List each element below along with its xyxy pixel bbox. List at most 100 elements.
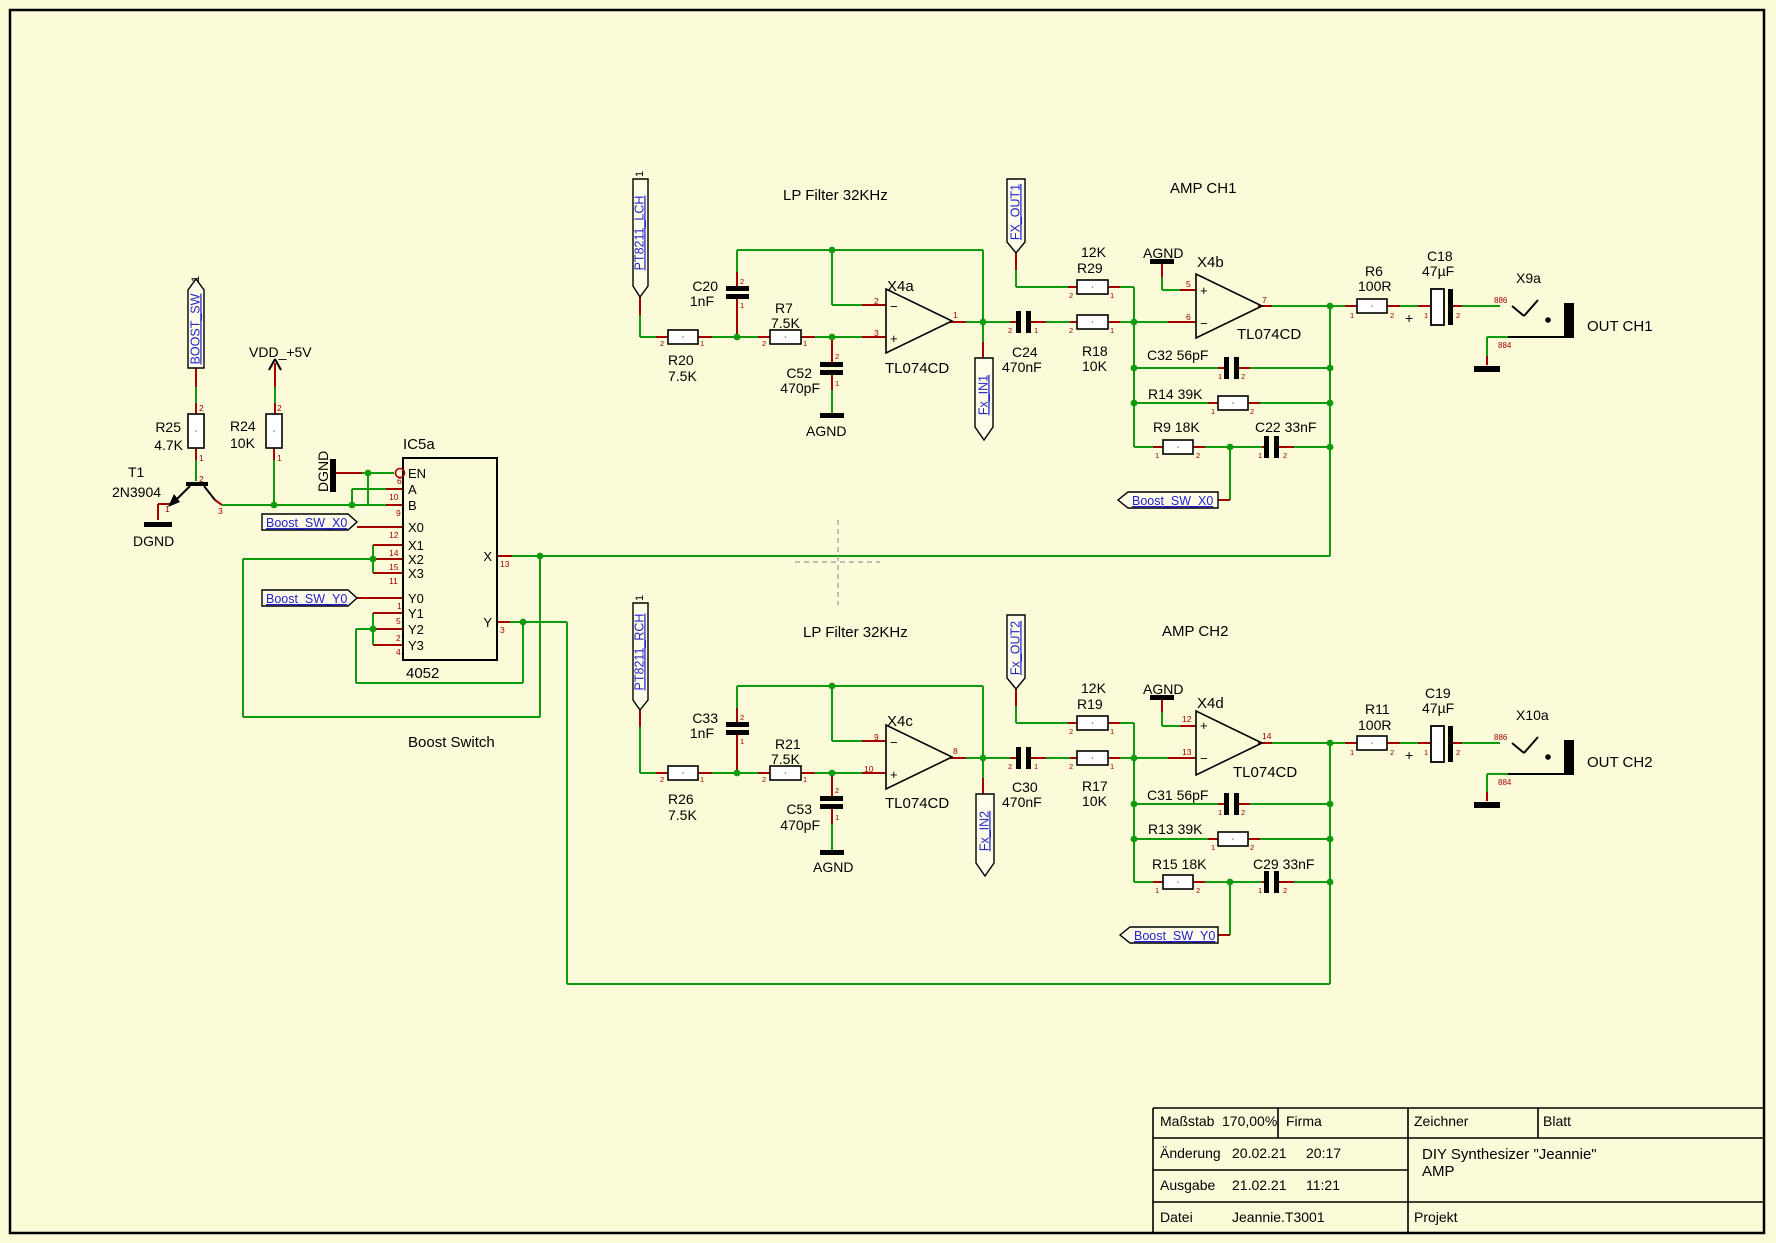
schematic-label: 12 (1182, 714, 1192, 724)
schematic-label: 2 (277, 403, 282, 413)
capacitor-C19[interactable] (1431, 726, 1444, 762)
schematic-label: 2 (199, 474, 204, 484)
schematic-label: C31 56pF (1147, 787, 1208, 803)
titleblock-datei-value: Jeannie.T3001 (1232, 1209, 1325, 1225)
component-bar (820, 796, 843, 801)
schematic-label: 14 (389, 548, 399, 558)
schematic-label: 2 (1283, 451, 1287, 460)
schematic-label: R11 (1365, 701, 1390, 717)
resistor-origin-dot (785, 336, 787, 338)
titleblock-aenderung-label: Änderung (1160, 1145, 1221, 1161)
component-bar (1274, 871, 1279, 893)
junction-dot (1327, 303, 1334, 310)
schematic-label: AGND (1143, 245, 1183, 261)
schematic-label: LP Filter 32KHz (803, 624, 908, 641)
capacitor-C18[interactable] (1431, 289, 1444, 325)
schematic-label: 2 (199, 403, 204, 413)
schematic-label: 2 (660, 775, 664, 784)
schematic-label: C22 33nF (1255, 419, 1316, 435)
schematic-label: 1 (634, 595, 646, 601)
schematic-label: + (1200, 283, 1208, 298)
component-bar (1264, 871, 1269, 893)
schematic-label: T1 (128, 464, 145, 480)
junction-dot (271, 502, 278, 509)
schematic-label: 1nF (690, 293, 714, 309)
net-flag-label: BOOST_SW (188, 293, 202, 364)
component-bar (186, 482, 208, 486)
resistor-origin-dot (1177, 446, 1179, 448)
schematic-label: TL074CD (1233, 764, 1297, 781)
schematic-label: 4 (396, 647, 401, 657)
schematic-label: 2 (1250, 843, 1254, 852)
schematic-label: IC5a (403, 436, 435, 453)
schematic-sheet[interactable]: BOOST_SWPT8211_LCHPT8211_RCHFX_OUT1Fx_OU… (0, 0, 1776, 1243)
schematic-label: 1 (634, 171, 646, 177)
schematic-label: Y2 (408, 622, 424, 637)
pin-circle-icon (1546, 318, 1550, 322)
resistor-origin-dot (1232, 838, 1234, 840)
resistor-origin-dot (1177, 881, 1179, 883)
schematic-label: 2 (396, 633, 401, 643)
net-flag-label: Boost_SW_Y0 (266, 592, 347, 606)
schematic-label: X4c (887, 713, 913, 730)
component-bar (1564, 303, 1574, 338)
junction-dot (370, 556, 377, 563)
junction-dot (1227, 444, 1234, 451)
junction-dot (1327, 801, 1334, 808)
schematic-label: 884 (1498, 778, 1512, 787)
schematic-label: 2 (1196, 451, 1200, 460)
schematic-label: − (1200, 751, 1208, 766)
schematic-label: C20 (692, 278, 718, 294)
titleblock-masstab-value: 170,00% (1222, 1113, 1277, 1129)
schematic-label: − (890, 299, 898, 314)
schematic-label: R9 18K (1153, 419, 1200, 435)
schematic-label: 1 (803, 775, 807, 784)
schematic-label: − (890, 735, 898, 750)
schematic-label: Boost Switch (408, 734, 495, 751)
schematic-label: 13 (1182, 747, 1192, 757)
titleblock-firma-label: Firma (1286, 1113, 1322, 1129)
schematic-label: 1 (1218, 372, 1222, 381)
schematic-label: + (1405, 310, 1413, 326)
schematic-label: OUT CH2 (1587, 754, 1653, 771)
junction-dot (734, 770, 741, 777)
schematic-label: AMP CH2 (1162, 623, 1228, 640)
schematic-label: 1 (165, 504, 170, 514)
schematic-label: 1 (835, 379, 839, 388)
schematic-label: R29 (1077, 260, 1103, 276)
schematic-label: 2 (835, 786, 839, 795)
junction-dot (1131, 319, 1138, 326)
schematic-label: 4052 (406, 665, 439, 682)
junction-dot (1131, 400, 1138, 407)
junction-dot (1131, 801, 1138, 808)
schematic-label: 11 (389, 576, 398, 586)
schematic-label: TL074CD (1237, 326, 1301, 343)
schematic-label: 1 (1211, 843, 1215, 852)
junction-dot (1131, 836, 1138, 843)
schematic-label: 2 (1069, 291, 1073, 300)
schematic-label: 1 (1110, 727, 1114, 736)
schematic-label: X0 (408, 520, 424, 535)
schematic-label: X10a (1516, 707, 1549, 723)
schematic-label: R21 (775, 736, 801, 752)
schematic-label: 12K (1081, 680, 1107, 696)
junction-dot (1327, 444, 1334, 451)
schematic-label: X2 (408, 552, 424, 567)
schematic-label: R20 (668, 352, 694, 368)
resistor-origin-dot (1371, 742, 1373, 744)
schematic-label: 12 (389, 530, 399, 540)
schematic-label: B (408, 498, 417, 513)
junction-dot (829, 770, 836, 777)
schematic-label: 2 (1456, 311, 1460, 320)
schematic-label: 15 (389, 562, 399, 572)
schematic-label: 10 (389, 492, 399, 502)
schematic-label: 470pF (780, 380, 820, 396)
schematic-label: C53 (786, 801, 812, 817)
junction-dot (829, 334, 836, 341)
schematic-label: 1nF (690, 725, 714, 741)
titleblock-project-subtitle: AMP (1422, 1163, 1455, 1180)
schematic-label: C29 33nF (1253, 856, 1314, 872)
junction-dot (1327, 836, 1334, 843)
schematic-label: Y1 (408, 606, 424, 621)
schematic-label: 2 (1008, 326, 1012, 335)
